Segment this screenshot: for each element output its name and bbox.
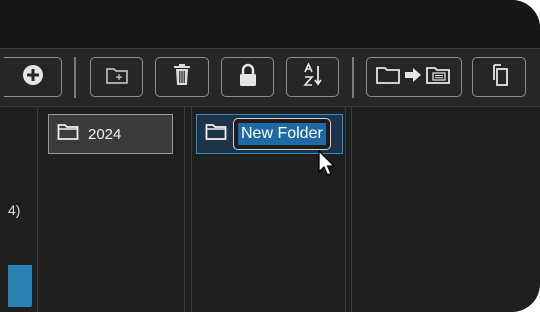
delete-button[interactable] [155, 57, 209, 97]
copy-button[interactable] [472, 57, 526, 97]
column-divider[interactable] [191, 107, 192, 312]
column-divider[interactable] [345, 107, 346, 312]
app-window: 4) 2024 New Folder [0, 0, 540, 312]
add-button[interactable] [4, 57, 62, 97]
toolbar [0, 48, 540, 107]
plus-circle-icon [22, 64, 44, 91]
folder-item-new-folder[interactable]: New Folder [196, 114, 343, 154]
folder-icon [205, 123, 227, 146]
folder-label: 2024 [88, 125, 122, 143]
title-bar [0, 0, 540, 48]
column-divider[interactable] [37, 107, 38, 312]
column-divider[interactable] [351, 107, 352, 312]
column-divider[interactable] [184, 107, 185, 312]
trash-icon [172, 63, 192, 92]
copy-icon [489, 63, 509, 92]
rename-input[interactable]: New Folder [233, 118, 331, 150]
rename-selected-text: New Folder [238, 123, 326, 145]
sort-az-icon [302, 61, 324, 92]
new-folder-button[interactable] [90, 57, 143, 97]
folder-item-2024[interactable]: 2024 [48, 114, 173, 154]
move-to-button[interactable] [366, 57, 462, 97]
toolbar-separator [74, 57, 76, 98]
truncated-label: 4) [8, 202, 21, 218]
toolbar-separator [352, 57, 354, 98]
move-folder-icon [375, 64, 453, 91]
selected-item-fragment[interactable] [8, 265, 32, 307]
sort-button[interactable] [286, 57, 339, 97]
column-browser: 4) 2024 New Folder [0, 107, 540, 312]
lock-button[interactable] [221, 57, 274, 97]
mouse-pointer-icon [317, 150, 337, 183]
folder-icon [57, 123, 79, 146]
lock-icon [238, 63, 258, 92]
new-folder-icon [105, 65, 129, 90]
